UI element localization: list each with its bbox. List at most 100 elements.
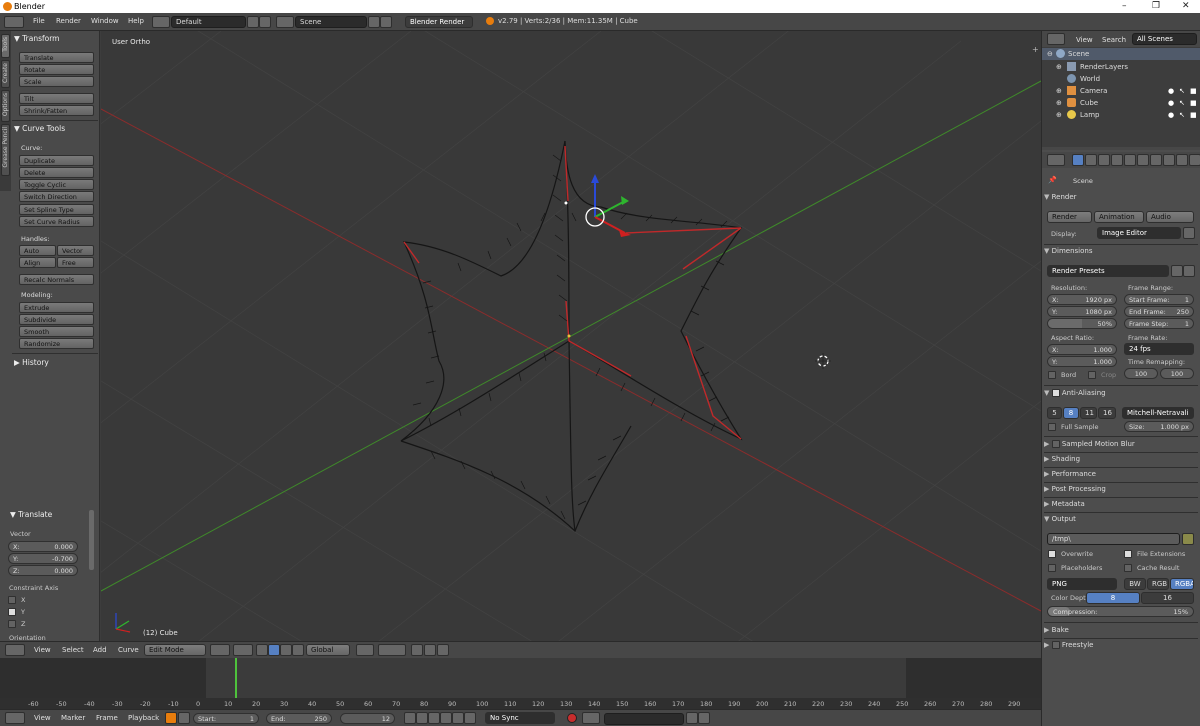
expand-icon[interactable]: ⊕	[1056, 99, 1062, 107]
file-format-select[interactable]: PNG	[1047, 578, 1117, 590]
redo-header[interactable]: ▼ Translate	[10, 510, 52, 519]
maximize-button[interactable]: ❐	[1152, 1, 1160, 11]
frame-step-field[interactable]: Frame Step: 1	[1124, 318, 1194, 329]
handle-auto-button[interactable]: Auto	[19, 245, 56, 256]
pin-icon[interactable]: 📌	[1048, 176, 1057, 184]
placeholders-checkbox[interactable]	[1048, 564, 1056, 572]
depth-16-button[interactable]: 16	[1141, 592, 1194, 604]
expand-icon[interactable]: ⊕	[1056, 63, 1062, 71]
remove-scene-button[interactable]	[380, 16, 392, 28]
tab-create[interactable]: Create	[1, 60, 10, 88]
extrude-button[interactable]: Extrude	[19, 302, 94, 313]
color-bw-button[interactable]: BW	[1124, 578, 1146, 590]
play-icon[interactable]	[440, 712, 452, 724]
display-select[interactable]: Image Editor	[1097, 227, 1181, 239]
fullscreen-icon[interactable]	[1183, 227, 1195, 239]
history-panel-header[interactable]: ▶ History	[14, 358, 96, 367]
add-scene-button[interactable]	[368, 16, 380, 28]
duplicate-button[interactable]: Duplicate	[19, 155, 94, 166]
orientation-select[interactable]: Global	[306, 644, 350, 656]
menu-view[interactable]: View	[34, 714, 51, 722]
aa-filter-select[interactable]: Mitchell-Netravali	[1122, 407, 1194, 419]
lock-icon[interactable]	[178, 712, 190, 724]
data-tab-icon[interactable]	[1163, 154, 1175, 166]
handle-free-button[interactable]: Free	[57, 257, 94, 268]
material-tab-icon[interactable]	[1176, 154, 1188, 166]
outliner-row-world[interactable]: World	[1042, 73, 1200, 85]
depth-8-button[interactable]: 8	[1086, 592, 1140, 604]
randomize-button[interactable]: Randomize	[19, 338, 94, 349]
menu-frame[interactable]: Frame	[96, 714, 118, 722]
handle-align-button[interactable]: Align	[19, 257, 56, 268]
timeline[interactable]: -60 -50 -40 -30 -20 -10 0 10 20 30 40 50 60 70 80 90 100…	[0, 658, 1041, 709]
outliner-menu-search[interactable]: Search	[1102, 36, 1126, 44]
scene-tab-icon[interactable]	[1098, 154, 1110, 166]
resolution-y-field[interactable]: Y: 1080 px	[1047, 306, 1117, 317]
remap-old-field[interactable]: 100	[1124, 368, 1158, 379]
outliner-row-camera[interactable]: ⊕ Camera ● ↖ ■	[1042, 85, 1200, 97]
collapse-icon[interactable]: ⊖	[1047, 50, 1053, 58]
visibility-eye-icon[interactable]: ●	[1168, 99, 1174, 107]
select-arrow-icon[interactable]: ↖	[1179, 111, 1185, 119]
constraint-y-checkbox[interactable]	[8, 608, 16, 616]
constraint-z-checkbox[interactable]	[8, 620, 16, 628]
scale-button[interactable]: Scale	[19, 76, 94, 87]
vector-x-field[interactable]: X: 0.000	[8, 541, 78, 552]
set-spline-type-button[interactable]: Set Spline Type	[19, 204, 94, 215]
set-curve-radius-button[interactable]: Set Curve Radius	[19, 216, 94, 227]
visibility-eye-icon[interactable]: ●	[1168, 87, 1174, 95]
vector-z-field[interactable]: Z: 0.000	[8, 565, 78, 576]
toggle-cyclic-button[interactable]: Toggle Cyclic	[19, 179, 94, 190]
curve-tools-panel-header[interactable]: ▼ Curve Tools	[14, 124, 96, 133]
translate-manipulator-icon[interactable]	[268, 644, 280, 656]
menu-add[interactable]: Add	[93, 646, 107, 654]
menu-playback[interactable]: Playback	[128, 714, 159, 722]
select-arrow-icon[interactable]: ↖	[1179, 87, 1185, 95]
transform-panel-header[interactable]: ▼ Transform	[14, 34, 96, 43]
jump-end-icon[interactable]	[464, 712, 476, 724]
handle-vector-button[interactable]: Vector	[57, 245, 94, 256]
current-frame-field[interactable]: 12	[340, 713, 395, 724]
scale-manipulator-icon[interactable]	[292, 644, 304, 656]
freestyle-checkbox[interactable]	[1051, 641, 1060, 649]
outliner-row-renderlayers[interactable]: ⊕ RenderLayers	[1042, 61, 1200, 73]
anti-aliasing-panel-header[interactable]: ▼ Anti-Aliasing	[1044, 389, 1198, 403]
aa-samples-11[interactable]: 11	[1080, 407, 1097, 419]
snap-target-icon[interactable]	[437, 644, 449, 656]
render-camera-icon[interactable]: ■	[1190, 111, 1197, 119]
editor-type-icon[interactable]	[4, 16, 24, 28]
add-layout-button[interactable]	[247, 16, 259, 28]
redo-scrollbar[interactable]	[89, 510, 94, 570]
render-engine-select[interactable]: Blender Render	[405, 16, 473, 28]
output-path-field[interactable]: /tmp\	[1047, 533, 1180, 545]
prev-keyframe-icon[interactable]	[416, 712, 428, 724]
opengl-anim-icon[interactable]	[424, 644, 436, 656]
aspect-y-field[interactable]: Y: 1.000	[1047, 356, 1117, 367]
render-panel-header[interactable]: ▼ Render	[1044, 193, 1198, 207]
aa-samples-5[interactable]: 5	[1047, 407, 1062, 419]
scene-field[interactable]: Scene	[295, 16, 367, 28]
close-button[interactable]: ✕	[1182, 1, 1190, 11]
menu-window[interactable]: Window	[91, 17, 119, 25]
end-frame-field[interactable]: End: 250	[266, 713, 332, 724]
freestyle-panel-header[interactable]: ▶ Freestyle	[1044, 641, 1198, 655]
manipulator-toggle-icon[interactable]	[256, 644, 268, 656]
resolution-percentage-slider[interactable]: 50%	[1047, 318, 1117, 329]
outliner-row-lamp[interactable]: ⊕ Lamp ● ↖ ■	[1042, 109, 1200, 121]
sync-select[interactable]: No Sync	[485, 712, 555, 724]
keying-icon[interactable]	[582, 712, 600, 724]
add-preset-button[interactable]	[1171, 265, 1183, 277]
texture-tab-icon[interactable]	[1189, 154, 1200, 166]
outliner-editor-icon[interactable]	[1047, 33, 1065, 45]
render-presets-select[interactable]: Render Presets	[1047, 265, 1169, 277]
render-layers-tab-icon[interactable]	[1085, 154, 1097, 166]
cache-result-checkbox[interactable]	[1124, 564, 1132, 572]
pivot-select-icon[interactable]	[233, 644, 253, 656]
translate-button[interactable]: Translate	[19, 52, 94, 63]
start-frame-field[interactable]: Start Frame: 1	[1124, 294, 1194, 305]
modifiers-tab-icon[interactable]	[1150, 154, 1162, 166]
border-checkbox[interactable]	[1048, 371, 1056, 379]
editor-type-icon[interactable]	[5, 644, 25, 656]
3d-cursor-icon[interactable]	[815, 353, 831, 369]
start-frame-field[interactable]: Start: 1	[193, 713, 259, 724]
